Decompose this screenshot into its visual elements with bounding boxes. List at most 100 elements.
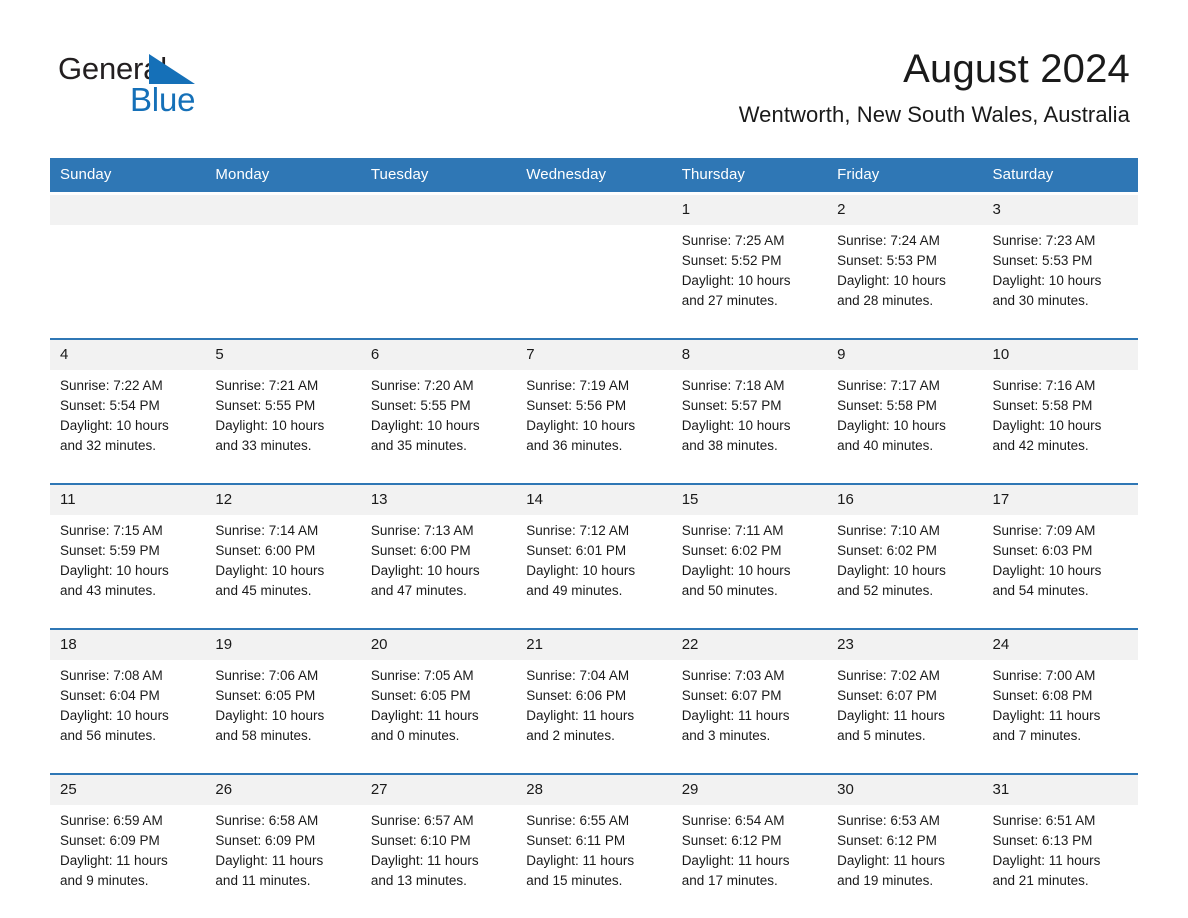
day-number[interactable]: 26 xyxy=(205,775,361,805)
day-cell[interactable]: Sunrise: 7:15 AM Sunset: 5:59 PM Daylight:… xyxy=(50,515,206,627)
day-detail-line: and 56 minutes. xyxy=(60,728,157,743)
day-cell[interactable]: Sunrise: 7:22 AM Sunset: 5:54 PM Daylight:… xyxy=(50,370,206,482)
day-detail-line: and 5 minutes. xyxy=(837,728,926,743)
day-detail-line: and 40 minutes. xyxy=(837,438,934,453)
day-cell[interactable]: Sunrise: 7:06 AM Sunset: 6:05 PM Daylight:… xyxy=(205,660,361,772)
day-number[interactable]: 30 xyxy=(827,775,983,805)
day-cell-empty xyxy=(360,225,517,337)
day-detail-line: and 2 minutes. xyxy=(526,728,615,743)
day-detail-line: Sunrise: 7:14 AM xyxy=(215,523,319,538)
day-cell[interactable]: Sunrise: 7:03 AM Sunset: 6:07 PM Daylight:… xyxy=(671,660,828,772)
day-detail-line: Daylight: 10 hours xyxy=(992,418,1102,433)
day-detail-line: Sunset: 6:04 PM xyxy=(60,688,160,703)
date-number-row: 25 26 27 28 29 30 31 xyxy=(50,775,1138,805)
day-number[interactable]: 12 xyxy=(205,485,361,515)
day-cell[interactable]: Sunrise: 7:08 AM Sunset: 6:04 PM Daylight:… xyxy=(50,660,206,772)
day-number[interactable]: 9 xyxy=(827,340,983,370)
weekday-header-friday: Friday xyxy=(827,158,983,192)
day-detail-line: Sunrise: 7:24 AM xyxy=(837,233,940,248)
day-cell[interactable]: Sunrise: 7:13 AM Sunset: 6:00 PM Daylight:… xyxy=(360,515,517,627)
day-cell[interactable]: Sunrise: 7:19 AM Sunset: 5:56 PM Daylight:… xyxy=(516,370,672,482)
day-number[interactable]: 10 xyxy=(982,340,1138,370)
day-number[interactable]: 1 xyxy=(671,195,828,225)
day-number[interactable]: 7 xyxy=(516,340,672,370)
day-detail-line: Sunset: 6:00 PM xyxy=(215,543,316,558)
weekday-header-saturday: Saturday xyxy=(982,158,1138,192)
day-detail-line: and 9 minutes. xyxy=(60,873,149,888)
day-cell[interactable]: Sunrise: 7:25 AM Sunset: 5:52 PM Daylight:… xyxy=(671,225,828,337)
day-number[interactable]: 15 xyxy=(671,485,828,515)
day-detail-line: and 19 minutes. xyxy=(837,873,934,888)
day-cell[interactable]: Sunrise: 7:11 AM Sunset: 6:02 PM Daylight:… xyxy=(671,515,828,627)
day-cell[interactable]: Sunrise: 7:16 AM Sunset: 5:58 PM Daylight:… xyxy=(982,370,1138,482)
day-detail-line: and 7 minutes. xyxy=(992,728,1082,743)
day-cell[interactable]: Sunrise: 6:54 AM Sunset: 6:12 PM Daylight:… xyxy=(671,805,828,917)
day-cell[interactable]: Sunrise: 6:58 AM Sunset: 6:09 PM Daylight:… xyxy=(205,805,361,917)
day-cell[interactable]: Sunrise: 7:09 AM Sunset: 6:03 PM Daylight:… xyxy=(982,515,1138,627)
day-number[interactable]: 4 xyxy=(50,340,206,370)
day-number[interactable]: 13 xyxy=(360,485,517,515)
day-detail-line: Daylight: 10 hours xyxy=(370,418,480,433)
day-detail-line: and 15 minutes. xyxy=(526,873,623,888)
day-cell[interactable]: Sunrise: 7:12 AM Sunset: 6:01 PM Daylight:… xyxy=(516,515,672,627)
day-cell[interactable]: Sunrise: 7:00 AM Sunset: 6:08 PM Daylight:… xyxy=(982,660,1138,772)
day-cell[interactable]: Sunrise: 6:51 AM Sunset: 6:13 PM Daylight:… xyxy=(982,805,1138,917)
day-detail-line: and 43 minutes. xyxy=(60,583,157,598)
day-number[interactable]: 18 xyxy=(50,630,206,660)
day-detail-line: and 52 minutes. xyxy=(837,583,934,598)
day-detail-line: Daylight: 10 hours xyxy=(60,563,169,578)
day-cell[interactable]: Sunrise: 7:05 AM Sunset: 6:05 PM Daylight:… xyxy=(360,660,517,772)
day-number[interactable]: 29 xyxy=(671,775,828,805)
day-detail-line: Daylight: 11 hours xyxy=(370,853,479,868)
triangle-icon xyxy=(149,54,195,84)
day-cell[interactable]: Sunrise: 6:55 AM Sunset: 6:11 PM Daylight:… xyxy=(516,805,672,917)
day-number[interactable]: 17 xyxy=(982,485,1138,515)
day-number[interactable]: 27 xyxy=(360,775,517,805)
day-cell[interactable]: Sunrise: 7:20 AM Sunset: 5:55 PM Daylight:… xyxy=(360,370,517,482)
day-cell[interactable]: Sunrise: 7:14 AM Sunset: 6:00 PM Daylight:… xyxy=(205,515,361,627)
day-detail-line: Sunrise: 7:09 AM xyxy=(992,523,1096,538)
day-number[interactable]: 16 xyxy=(827,485,983,515)
day-cell[interactable]: Sunrise: 7:18 AM Sunset: 5:57 PM Daylight:… xyxy=(671,370,828,482)
day-number[interactable]: 25 xyxy=(50,775,206,805)
day-cell[interactable]: Sunrise: 7:02 AM Sunset: 6:07 PM Daylight:… xyxy=(827,660,983,772)
day-detail-line: Sunrise: 7:02 AM xyxy=(837,668,940,683)
date-number-row: 11 12 13 14 15 16 17 xyxy=(50,485,1138,515)
day-number[interactable]: 20 xyxy=(360,630,517,660)
day-number[interactable]: 22 xyxy=(671,630,828,660)
day-number[interactable]: 8 xyxy=(671,340,828,370)
day-detail-row: Sunrise: 7:22 AM Sunset: 5:54 PM Daylight:… xyxy=(50,370,1138,482)
day-number[interactable]: 28 xyxy=(516,775,672,805)
day-cell[interactable]: Sunrise: 7:04 AM Sunset: 6:06 PM Daylight:… xyxy=(516,660,672,772)
day-number[interactable]: 24 xyxy=(982,630,1138,660)
day-detail-line: Daylight: 10 hours xyxy=(837,563,946,578)
day-detail-line: Sunrise: 7:13 AM xyxy=(370,523,474,538)
day-cell[interactable]: Sunrise: 6:57 AM Sunset: 6:10 PM Daylight:… xyxy=(360,805,517,917)
day-cell[interactable]: Sunrise: 7:23 AM Sunset: 5:53 PM Daylight:… xyxy=(982,225,1138,337)
day-detail-line: Sunset: 6:01 PM xyxy=(526,543,627,558)
day-detail-line: Sunrise: 7:23 AM xyxy=(992,233,1096,248)
day-cell[interactable]: Sunrise: 7:17 AM Sunset: 5:58 PM Daylight:… xyxy=(827,370,983,482)
day-detail-line: Sunrise: 7:20 AM xyxy=(370,378,474,393)
general-blue-logo[interactable]: General Blue xyxy=(58,52,358,122)
day-number[interactable]: 31 xyxy=(982,775,1138,805)
weekday-header-wednesday: Wednesday xyxy=(516,158,672,192)
day-number[interactable]: 19 xyxy=(205,630,361,660)
day-number[interactable]: 11 xyxy=(50,485,206,515)
day-cell[interactable]: Sunrise: 7:10 AM Sunset: 6:02 PM Daylight:… xyxy=(827,515,983,627)
day-number[interactable]: 14 xyxy=(516,485,672,515)
day-cell[interactable]: Sunrise: 7:24 AM Sunset: 5:53 PM Daylight:… xyxy=(827,225,983,337)
day-cell[interactable]: Sunrise: 6:59 AM Sunset: 6:09 PM Daylight:… xyxy=(50,805,206,917)
day-number[interactable]: 23 xyxy=(827,630,983,660)
day-number[interactable]: 6 xyxy=(360,340,517,370)
day-detail-line: Sunset: 6:11 PM xyxy=(526,833,626,848)
day-cell[interactable]: Sunrise: 6:53 AM Sunset: 6:12 PM Daylight:… xyxy=(827,805,983,917)
calendar-table: Sunday Monday Tuesday Wednesday Thursday… xyxy=(50,158,1138,917)
day-number[interactable]: 2 xyxy=(827,195,983,225)
day-detail-line: Daylight: 10 hours xyxy=(370,563,480,578)
day-detail-line: Sunset: 6:05 PM xyxy=(215,688,316,703)
day-number[interactable]: 3 xyxy=(982,195,1138,225)
day-number[interactable]: 21 xyxy=(516,630,672,660)
day-number[interactable]: 5 xyxy=(205,340,361,370)
day-cell[interactable]: Sunrise: 7:21 AM Sunset: 5:55 PM Daylight:… xyxy=(205,370,361,482)
